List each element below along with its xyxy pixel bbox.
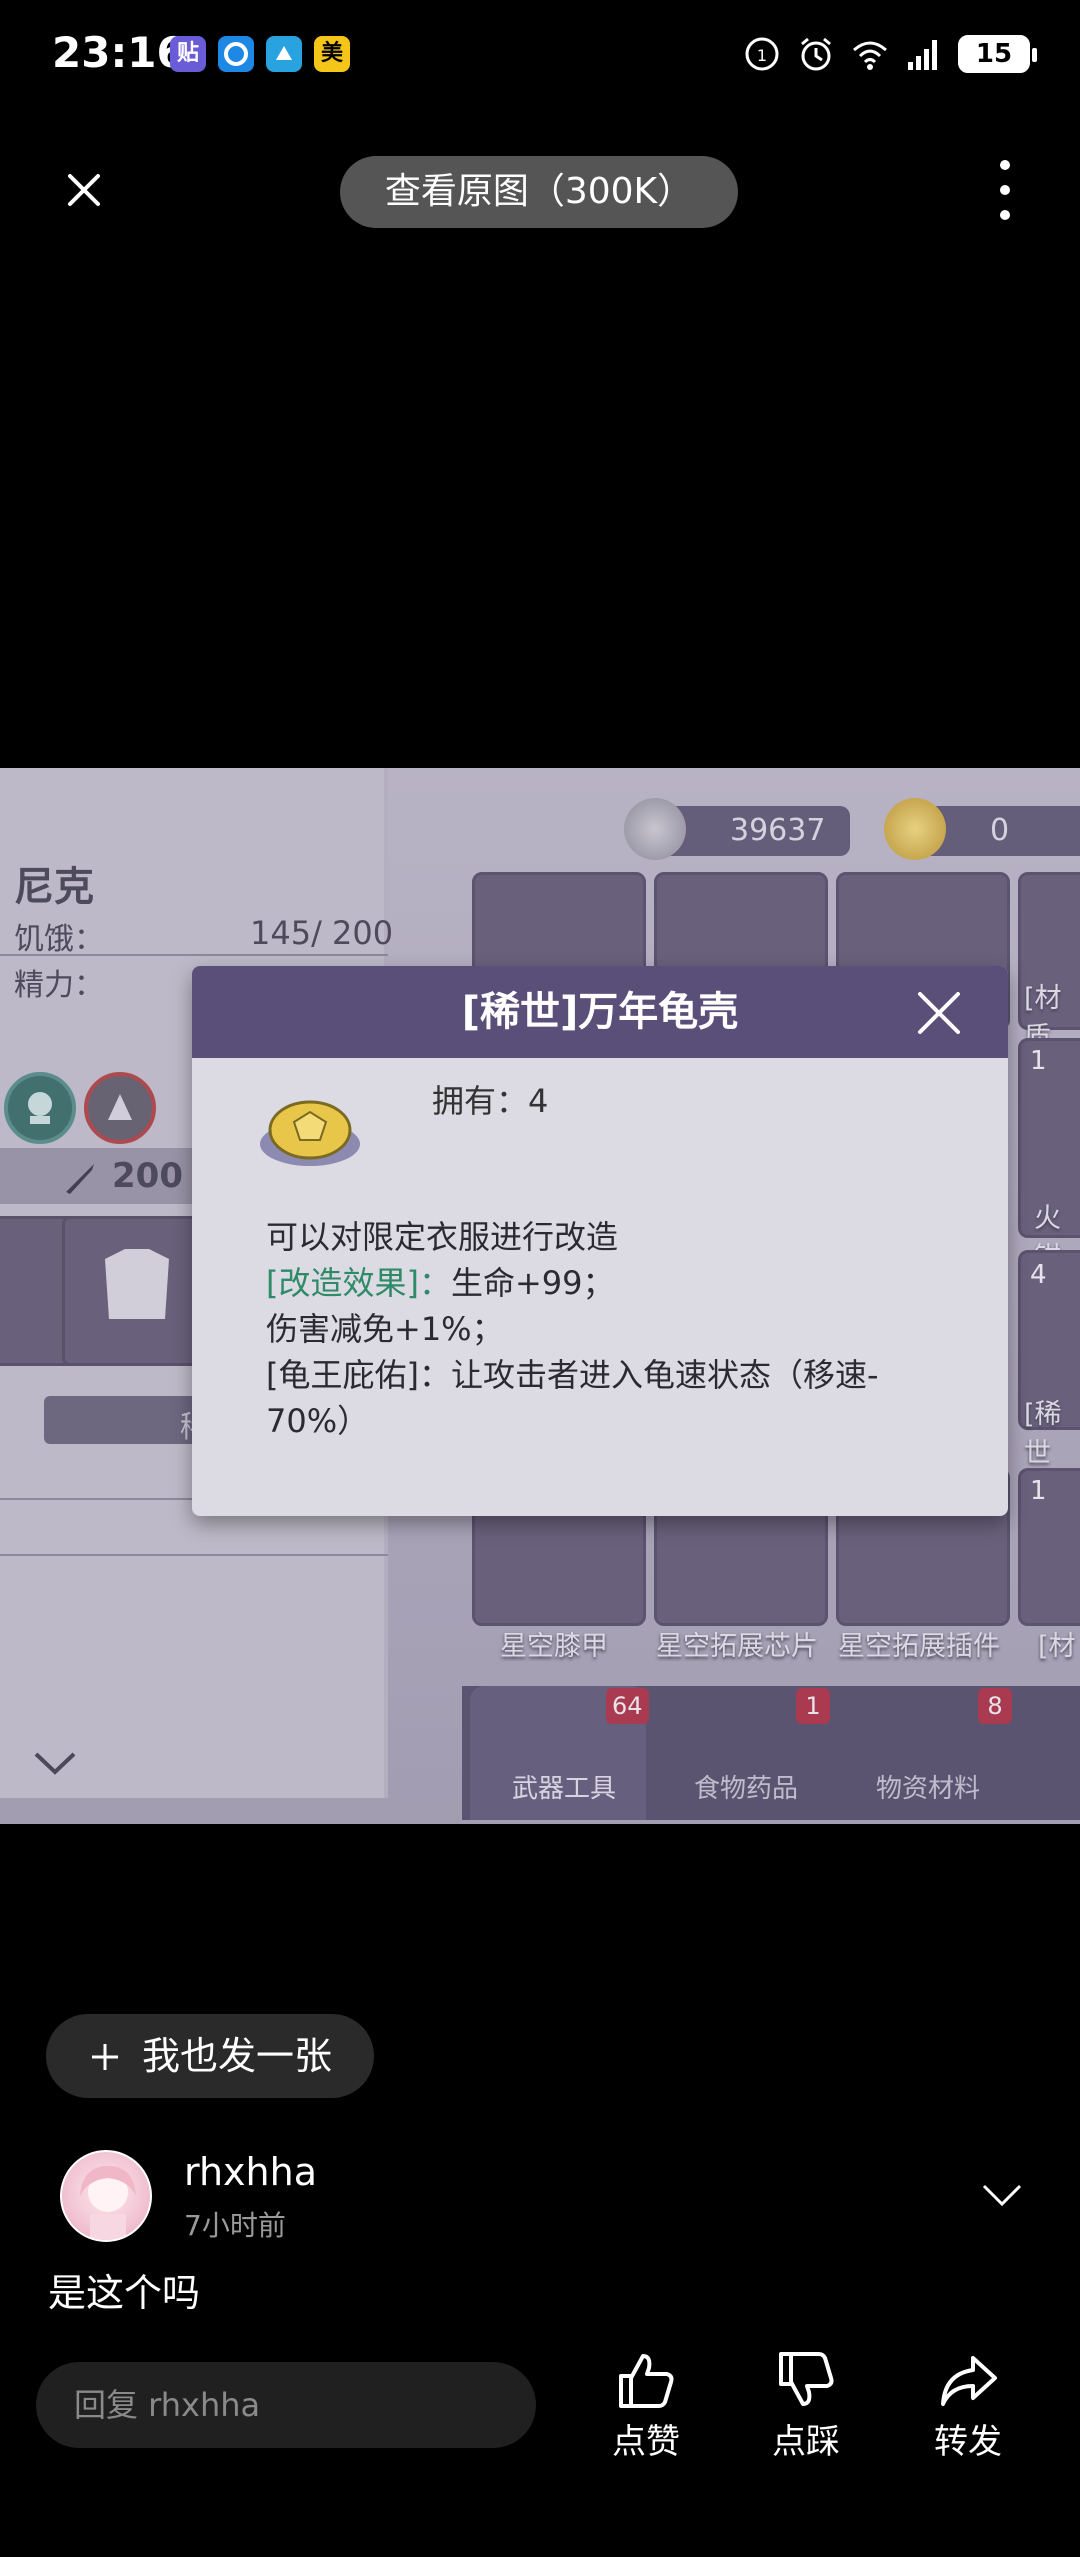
status-bar: 23:16 贴 美 1 15 xyxy=(0,0,1080,110)
dialog-title: [稀世]万年龟壳 xyxy=(461,989,739,1035)
system-icons: 1 15 xyxy=(742,34,1037,74)
hd-icon: 1 xyxy=(745,37,779,71)
plus-icon xyxy=(92,2044,118,2070)
chevron-down-icon[interactable] xyxy=(980,2180,1024,2210)
share-icon xyxy=(941,2356,997,2406)
more-icon[interactable] xyxy=(990,160,1020,220)
thumbs-down-icon xyxy=(779,2352,834,2406)
post-also-button[interactable]: 我也发一张 xyxy=(46,2014,374,2098)
avatar[interactable] xyxy=(60,2150,152,2242)
thumbs-up-icon xyxy=(619,2354,674,2408)
message-app-icon xyxy=(266,36,302,72)
turtle-shell-icon xyxy=(260,1100,360,1166)
like-button[interactable]: 点赞 xyxy=(586,2350,706,2462)
notification-icons: 贴 美 xyxy=(170,36,350,72)
dislike-button[interactable]: 点踩 xyxy=(746,2350,866,2462)
svg-text:1: 1 xyxy=(757,46,767,65)
owned-count: 拥有：4 xyxy=(432,1082,549,1120)
share-button[interactable]: 转发 xyxy=(908,2350,1028,2462)
reply-input[interactable]: 回复 rhxhha xyxy=(36,2362,536,2448)
browser-app-icon xyxy=(218,36,254,72)
item-description: 可以对限定衣服进行改造 [改造效果]：生命+99； 伤害减免+1%； [龟王庇佑… xyxy=(266,1218,879,1440)
close-icon[interactable] xyxy=(60,166,108,214)
wifi-icon xyxy=(853,41,887,70)
item-detail-dialog: [稀世]万年龟壳 拥有：4 可以对限定衣服进行改造 [改造效果]：生命+99； … xyxy=(192,966,1008,1516)
signal-icon xyxy=(908,40,937,70)
view-original-button[interactable]: 查看原图（300K） xyxy=(340,156,738,228)
post-time: 7小时前 xyxy=(184,2209,286,2242)
battery-icon: 15 xyxy=(958,35,1037,73)
meituan-app-icon: 美 xyxy=(314,36,350,72)
tieba-app-icon: 贴 xyxy=(170,36,206,72)
close-icon[interactable] xyxy=(914,988,964,1038)
alarm-icon xyxy=(801,37,831,71)
status-time: 23:16 xyxy=(52,28,186,77)
comment-text: 是这个吗 xyxy=(48,2271,201,2315)
username[interactable]: rhxhha xyxy=(184,2150,317,2194)
